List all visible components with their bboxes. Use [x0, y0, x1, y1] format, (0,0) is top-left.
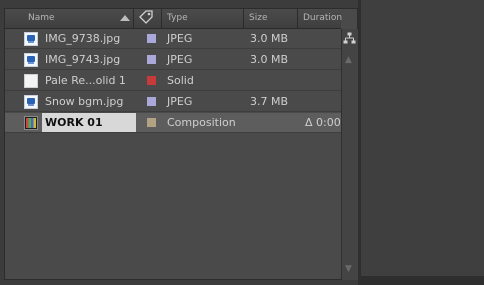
image-icon [24, 53, 38, 67]
column-type-label: Type [167, 13, 188, 23]
item-size: 3.0 MB [250, 32, 289, 45]
item-name: IMG_9743.jpg [45, 53, 121, 66]
flowchart-icon[interactable] [341, 29, 358, 47]
label-color-swatch[interactable] [147, 97, 156, 106]
item-type: JPEG [167, 32, 193, 45]
column-header-duration[interactable]: Duration [297, 9, 342, 28]
selected-item-name-field[interactable]: WORK 01 [42, 113, 136, 132]
label-color-swatch[interactable] [147, 55, 156, 64]
item-name: Pale Re...olid 1 [45, 74, 126, 87]
composition-icon [24, 116, 38, 130]
scroll-up-arrow-icon[interactable]: ▲ [345, 55, 352, 65]
item-type: JPEG [167, 95, 193, 108]
item-size: 3.7 MB [250, 95, 289, 108]
project-panel: Name Type Size Duration IMG_9738.jpg JPE… [4, 8, 358, 280]
sort-ascending-icon[interactable] [118, 9, 132, 28]
item-type: JPEG [167, 53, 193, 66]
column-header-type[interactable]: Type [161, 9, 244, 28]
project-item-row[interactable]: Snow bgm.jpg JPEG 3.7 MB [5, 92, 341, 112]
item-size: 3.0 MB [250, 53, 289, 66]
column-header-name[interactable]: Name [5, 9, 115, 28]
item-name: IMG_9738.jpg [45, 32, 121, 45]
image-icon [24, 32, 38, 46]
project-item-row[interactable]: IMG_9738.jpg JPEG 3.0 MB [5, 29, 341, 49]
item-name: WORK 01 [45, 116, 103, 129]
label-color-swatch[interactable] [147, 76, 156, 85]
panel-bottom-strip [361, 276, 484, 285]
project-item-row[interactable]: Pale Re...olid 1 Solid [5, 71, 341, 91]
project-item-row-selected[interactable]: WORK 01 Composition Δ 0:00 [5, 113, 341, 133]
label-tag-icon [138, 10, 154, 25]
column-header-label[interactable] [133, 9, 162, 28]
column-header-size[interactable]: Size [243, 9, 298, 28]
label-color-swatch[interactable] [147, 118, 156, 127]
scroll-down-arrow-icon[interactable]: ▼ [345, 264, 352, 274]
vertical-scrollbar[interactable]: ▲ ▼ [341, 29, 358, 280]
item-type: Solid [167, 74, 194, 87]
adjacent-panel [361, 0, 484, 285]
column-size-label: Size [249, 13, 268, 23]
column-duration-label: Duration [303, 13, 343, 23]
image-icon [24, 95, 38, 109]
item-name: Snow bgm.jpg [45, 95, 124, 108]
column-name-label: Name [28, 13, 55, 23]
project-item-row[interactable]: IMG_9743.jpg JPEG 3.0 MB [5, 50, 341, 70]
item-type: Composition [167, 116, 236, 129]
solid-icon [24, 74, 38, 88]
column-header-bar: Name Type Size Duration [5, 9, 342, 29]
label-color-swatch[interactable] [147, 34, 156, 43]
item-duration: Δ 0:00 [305, 116, 341, 129]
